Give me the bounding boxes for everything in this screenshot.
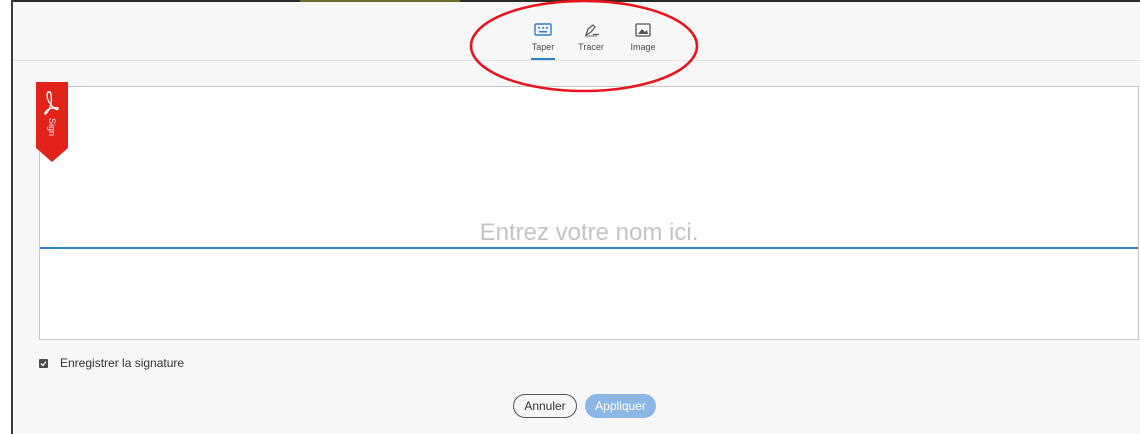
tab-taper[interactable]: Taper [518, 22, 568, 62]
signature-placeholder[interactable]: Entrez votre nom ici. [40, 219, 1138, 247]
image-icon [635, 23, 651, 37]
tab-tracer-label: Tracer [578, 42, 604, 52]
tab-image[interactable]: Image [618, 22, 668, 62]
signature-mode-tabs: Taper Tracer Image [13, 2, 1140, 61]
save-signature-row[interactable]: Enregistrer la signature [39, 356, 184, 370]
save-signature-checkbox[interactable] [39, 358, 48, 368]
tab-tracer[interactable]: Tracer [566, 22, 616, 62]
sign-tag-text: Sign [47, 118, 57, 136]
acrobat-sign-tag: Sign [36, 82, 68, 162]
save-signature-label: Enregistrer la signature [60, 356, 185, 370]
signature-input-area[interactable]: Entrez votre nom ici. [39, 86, 1139, 340]
pen-draw-icon [584, 24, 600, 37]
cancel-button[interactable]: Annuler [513, 394, 577, 418]
apply-button[interactable]: Appliquer [585, 394, 656, 418]
signature-baseline [40, 247, 1138, 249]
signature-dialog: Taper Tracer Image Entrez votre nom ici.… [13, 2, 1140, 434]
checkmark-icon [40, 360, 47, 366]
keyboard-icon [534, 23, 552, 36]
tab-image-label: Image [630, 42, 656, 52]
tab-taper-label: Taper [531, 42, 555, 52]
active-tab-indicator [531, 58, 555, 60]
